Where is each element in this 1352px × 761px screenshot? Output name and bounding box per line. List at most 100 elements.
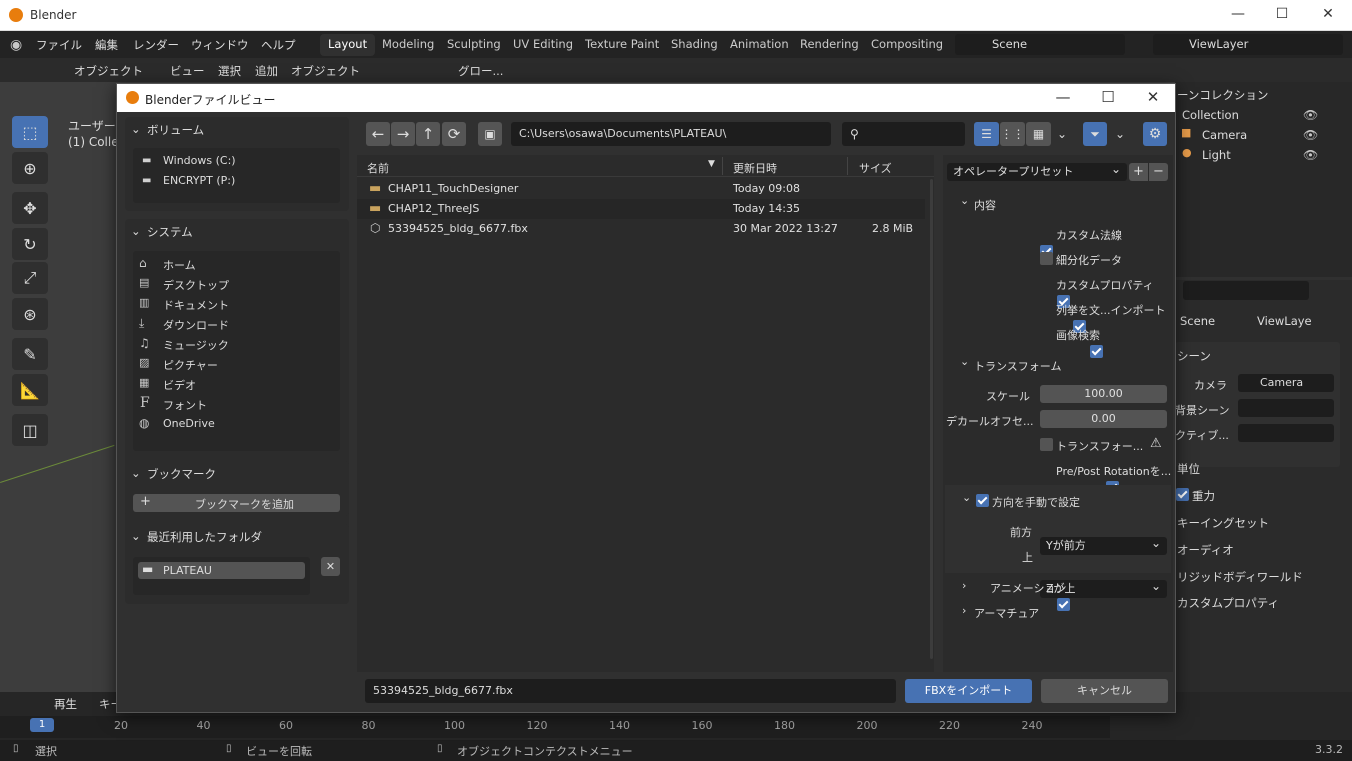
subdivision-checkbox[interactable]	[1040, 252, 1053, 265]
filter-search-input[interactable]: ⚲	[842, 122, 965, 146]
section-keying[interactable]: キーイングセット	[1177, 515, 1269, 531]
camera-field[interactable]: Camera	[1238, 374, 1334, 392]
menu-select[interactable]: 選択	[218, 63, 241, 79]
file-row[interactable]: ⬡ 53394525_bldg_6677.fbx 30 Mar 2022 13:…	[357, 219, 925, 239]
tab-animation[interactable]: Animation	[722, 34, 797, 56]
gravity-checkbox[interactable]	[1176, 488, 1189, 501]
remove-preset-button[interactable]: −	[1149, 163, 1168, 181]
tab-texture-paint[interactable]: Texture Paint	[577, 34, 667, 56]
close-icon[interactable]: ✕	[1318, 6, 1338, 22]
animation-section[interactable]: アニメーション	[990, 580, 1067, 596]
volume-item[interactable]: Windows (C:)	[163, 154, 236, 167]
system-item-pictures[interactable]: ピクチャー	[163, 357, 218, 373]
rotate-icon[interactable]: ↻	[12, 228, 48, 260]
menu-render[interactable]: レンダー	[133, 37, 179, 53]
timeline-ruler[interactable]: 1 20 40 60 80 100 120 140 160 180 200 220 240	[0, 716, 1110, 738]
select-box-icon[interactable]: ⬚	[12, 116, 48, 148]
decal-offset-field[interactable]: 0.00	[1040, 410, 1167, 428]
forward-icon[interactable]: →	[391, 122, 415, 146]
back-icon[interactable]: ←	[366, 122, 390, 146]
recent-item[interactable]: ▬ PLATEAU	[138, 562, 305, 579]
tab-uv-editing[interactable]: UV Editing	[505, 34, 581, 56]
column-name[interactable]: 名前	[367, 160, 389, 176]
add-cube-icon[interactable]: ◫	[12, 414, 48, 446]
image-search-checkbox[interactable]	[1089, 345, 1103, 358]
props-search-input[interactable]	[1183, 281, 1309, 300]
dialog-maximize-icon[interactable]: ☐	[1096, 88, 1120, 106]
system-item-desktop[interactable]: デスクトップ	[163, 277, 229, 293]
transform-orientation[interactable]: グロー...	[458, 63, 503, 79]
import-fbx-button[interactable]: FBXをインポート	[905, 679, 1032, 703]
menu-object[interactable]: オブジェクト	[291, 63, 360, 79]
forward-dropdown[interactable]: Yが前方	[1040, 534, 1167, 555]
system-item-onedrive[interactable]: OneDrive	[163, 417, 215, 430]
measure-icon[interactable]: 📐	[12, 374, 48, 406]
viewlayer-selector[interactable]: ViewLayer	[1153, 34, 1343, 55]
bookmarks-title[interactable]: ブックマーク	[147, 466, 216, 482]
chevron-down-icon[interactable]: ⌄	[960, 355, 969, 368]
include-section[interactable]: 内容	[974, 197, 996, 213]
filter-icon[interactable]: ⏷	[1083, 122, 1107, 146]
tab-rendering[interactable]: Rendering	[792, 34, 867, 56]
move-icon[interactable]: ✥	[12, 192, 48, 224]
file-row[interactable]: ▬ CHAP12_ThreeJS Today 14:35	[357, 199, 925, 219]
cancel-button[interactable]: キャンセル	[1041, 679, 1168, 703]
chevron-right-icon[interactable]: ›	[962, 604, 966, 617]
scale-icon[interactable]: ⤢	[12, 262, 48, 294]
playback-menu[interactable]: 再生	[54, 696, 77, 712]
chevron-down-icon[interactable]: ⌄	[131, 224, 141, 238]
apply-transform-checkbox[interactable]	[1040, 438, 1053, 451]
volume-item[interactable]: ENCRYPT (P:)	[163, 174, 235, 187]
section-rigidbody[interactable]: リジッドボディワールド	[1177, 569, 1303, 585]
tab-layout[interactable]: Layout	[320, 34, 376, 56]
remove-recent-button[interactable]: ✕	[321, 557, 340, 576]
outliner-camera[interactable]: Camera	[1202, 128, 1247, 142]
maximize-icon[interactable]: ☐	[1272, 6, 1292, 22]
horizontal-list-icon[interactable]: ⋮⋮	[1000, 122, 1025, 146]
transform-icon[interactable]: ⊛	[12, 298, 48, 330]
tab-compositing[interactable]: Compositing	[863, 34, 951, 56]
system-item-documents[interactable]: ドキュメント	[163, 297, 229, 313]
chevron-down-icon[interactable]: ⌄	[1051, 122, 1073, 146]
blender-menu-icon[interactable]: ◉	[10, 37, 22, 53]
annotate-icon[interactable]: ✎	[12, 338, 48, 370]
eye-icon[interactable]: 👁	[1303, 108, 1318, 122]
outliner-light[interactable]: Light	[1202, 148, 1231, 162]
chevron-down-icon[interactable]: ⌄	[1109, 122, 1131, 146]
tab-modeling[interactable]: Modeling	[374, 34, 442, 56]
menu-window[interactable]: ウィンドウ	[191, 37, 249, 53]
path-input[interactable]: C:\Users\osawa\Documents\PLATEAU\	[511, 122, 831, 146]
eye-icon[interactable]: 👁	[1303, 148, 1318, 162]
tab-shading[interactable]: Shading	[663, 34, 726, 56]
refresh-icon[interactable]: ⟳	[442, 122, 466, 146]
menu-edit[interactable]: 編集	[95, 37, 118, 53]
background-scene-field[interactable]	[1238, 399, 1334, 417]
file-list-scrollbar[interactable]	[930, 179, 933, 659]
tab-sculpting[interactable]: Sculpting	[439, 34, 509, 56]
volumes-title[interactable]: ボリューム	[147, 122, 204, 138]
chevron-down-icon[interactable]: ⌄	[960, 194, 969, 207]
vertical-list-icon[interactable]: ☰	[974, 122, 999, 146]
chevron-down-icon[interactable]: ⌄	[962, 491, 971, 504]
system-item-downloads[interactable]: ダウンロード	[163, 317, 229, 333]
eye-icon[interactable]: 👁	[1303, 128, 1318, 142]
system-item-videos[interactable]: ビデオ	[163, 377, 196, 393]
parent-dir-icon[interactable]: ↑	[416, 122, 440, 146]
new-folder-icon[interactable]: ▣	[478, 122, 502, 146]
section-scene[interactable]: シーン	[1177, 348, 1211, 364]
filename-input[interactable]: 53394525_bldg_6677.fbx	[365, 679, 896, 703]
add-preset-button[interactable]: +	[1129, 163, 1148, 181]
transform-section[interactable]: トランスフォーム	[974, 358, 1061, 374]
scale-field[interactable]: 100.00	[1040, 385, 1167, 403]
thumbnails-icon[interactable]: ▦	[1026, 122, 1051, 146]
system-item-home[interactable]: ホーム	[163, 257, 196, 273]
manual-orientation-checkbox[interactable]	[976, 494, 989, 507]
settings-gear-icon[interactable]: ⚙	[1143, 122, 1167, 146]
operator-preset-dropdown[interactable]: オペレータープリセット	[947, 160, 1127, 181]
dialog-minimize-icon[interactable]: —	[1051, 88, 1075, 106]
column-date[interactable]: 更新日時	[733, 160, 777, 176]
chevron-right-icon[interactable]: ›	[962, 579, 966, 592]
section-units[interactable]: 単位	[1177, 461, 1200, 477]
chevron-down-icon[interactable]: ⌄	[131, 529, 141, 543]
animation-checkbox[interactable]	[1056, 598, 1070, 611]
